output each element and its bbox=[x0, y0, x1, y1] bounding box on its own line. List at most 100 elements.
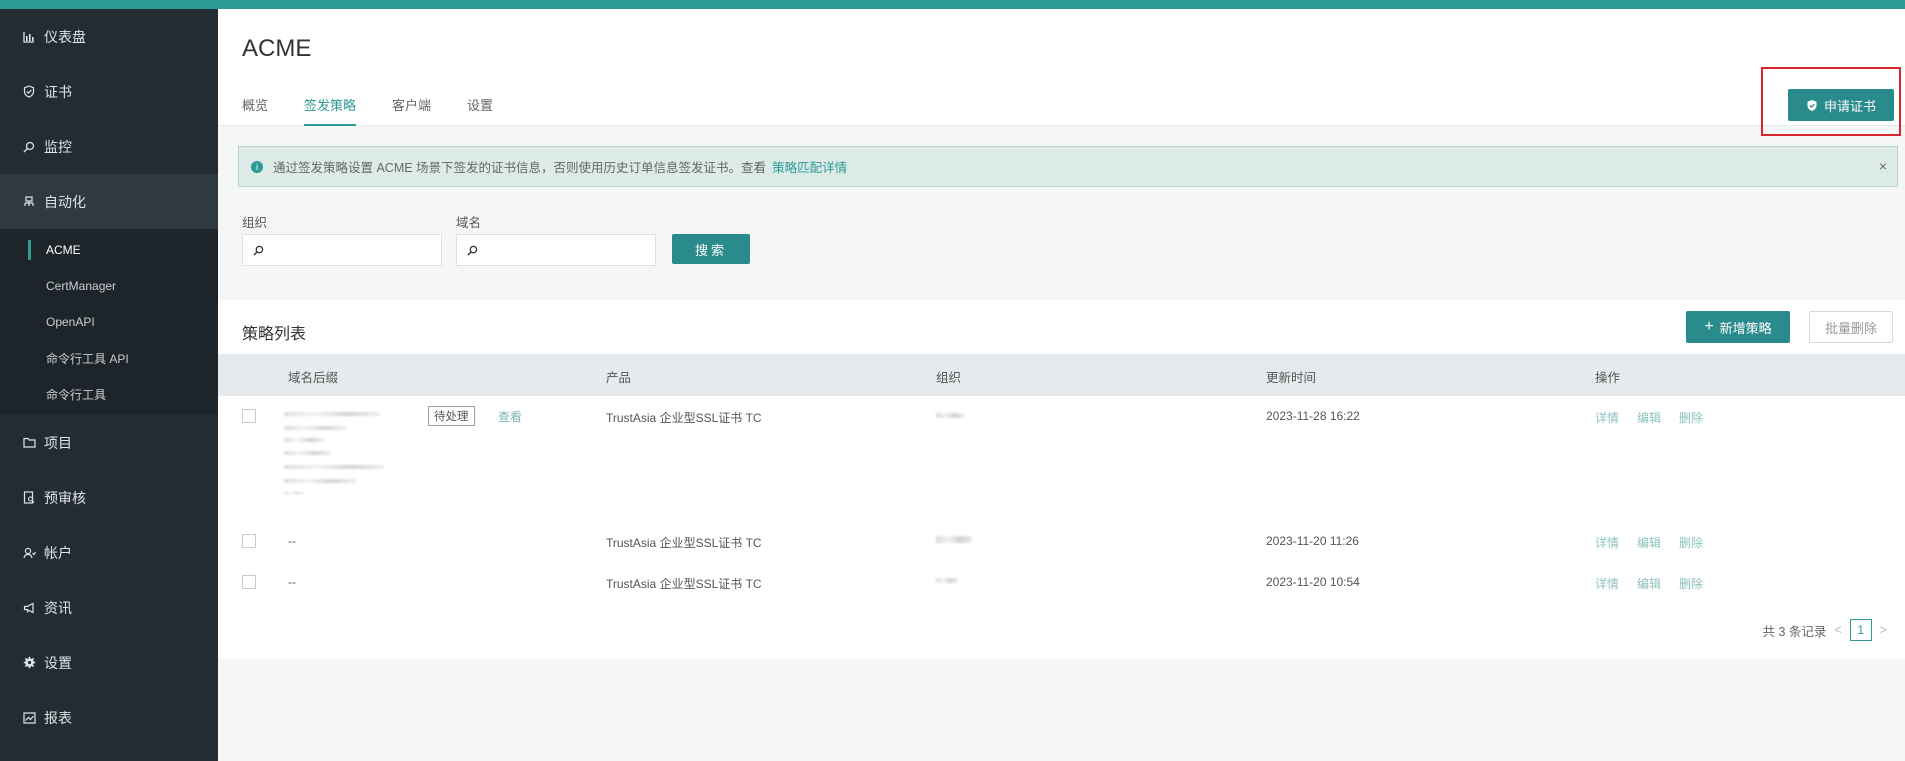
delete-link[interactable]: 删除 bbox=[1679, 575, 1703, 592]
delete-link[interactable]: 删除 bbox=[1679, 409, 1703, 426]
sidebar-subitem-certmanager[interactable]: CertManager bbox=[0, 268, 218, 304]
tab-overview[interactable]: 概览 bbox=[242, 95, 268, 126]
sidebar-item-label: 自动化 bbox=[44, 193, 86, 210]
domain-cell: -- bbox=[288, 534, 296, 548]
main-content: ACME 概览 签发策略 客户端 设置 申请证书 i 通过签发策略设置 ACME… bbox=[218, 9, 1905, 761]
plus-icon: + bbox=[1704, 318, 1714, 335]
search-button[interactable]: 搜索 bbox=[672, 234, 750, 264]
review-icon bbox=[22, 491, 36, 505]
total-records: 共 3 条记录 bbox=[1762, 624, 1827, 639]
sidebar-item-reports[interactable]: 报表 bbox=[0, 690, 218, 745]
view-domains-link[interactable]: 查看 bbox=[498, 408, 522, 425]
sidebar-item-projects[interactable]: 项目 bbox=[0, 415, 218, 470]
redacted-domain bbox=[284, 451, 330, 455]
delete-link[interactable]: 删除 bbox=[1679, 534, 1703, 551]
edit-link[interactable]: 编辑 bbox=[1637, 409, 1661, 426]
chevron-left-icon[interactable]: < bbox=[1834, 623, 1841, 637]
domain-cell: -- bbox=[288, 575, 296, 589]
sidebar-item-dashboard[interactable]: 仪表盘 bbox=[0, 9, 218, 64]
sidebar-item-account[interactable]: 帐户 bbox=[0, 525, 218, 580]
chevron-right-icon[interactable]: > bbox=[1880, 623, 1887, 637]
org-search-input[interactable] bbox=[270, 242, 430, 258]
shield-check-icon bbox=[22, 85, 36, 99]
domain-filter-label: 域名 bbox=[456, 216, 482, 230]
domain-search-field[interactable] bbox=[456, 234, 656, 266]
report-icon bbox=[22, 711, 36, 725]
gear-icon bbox=[22, 656, 36, 670]
folder-icon bbox=[22, 436, 36, 450]
policy-list-title: 策略列表 bbox=[242, 326, 307, 343]
column-header-updated: 更新时间 bbox=[1266, 371, 1317, 385]
sidebar-item-settings[interactable]: 设置 bbox=[0, 635, 218, 690]
domain-search-input[interactable] bbox=[484, 242, 644, 258]
sidebar-item-label: 项目 bbox=[44, 434, 72, 451]
redacted-domain bbox=[284, 465, 384, 469]
sidebar-submenu-automation: ACME CertManager OpenAPI 命令行工具 API 命令行工具 bbox=[0, 229, 218, 415]
row-checkbox[interactable] bbox=[242, 409, 256, 423]
alert-text: 通过签发策略设置 ACME 场景下签发的证书信息，否则使用历史订单信息签发证书。… bbox=[273, 161, 767, 175]
search-icon bbox=[467, 245, 478, 256]
column-header-domain-suffix: 域名后缀 bbox=[288, 371, 339, 385]
automation-icon bbox=[22, 195, 36, 209]
shield-icon bbox=[1806, 99, 1818, 112]
sidebar-item-automation[interactable]: 自动化 bbox=[0, 174, 218, 229]
sidebar-subitem-cli-api[interactable]: 命令行工具 API bbox=[0, 340, 218, 376]
sidebar-item-label: 帐户 bbox=[44, 544, 72, 561]
redacted-organization bbox=[936, 413, 964, 418]
sidebar-item-label: 证书 bbox=[44, 83, 72, 100]
org-filter-label: 组织 bbox=[242, 216, 268, 230]
chart-bar-icon bbox=[22, 30, 36, 44]
sidebar-item-monitor[interactable]: 监控 bbox=[0, 119, 218, 174]
updated-cell: 2023-11-20 10:54 bbox=[1266, 575, 1360, 589]
page-title: ACME bbox=[242, 35, 312, 62]
redacted-domain bbox=[284, 438, 324, 442]
apply-certificate-label: 申请证书 bbox=[1823, 98, 1876, 114]
redacted-domain bbox=[284, 492, 304, 494]
detail-link[interactable]: 详情 bbox=[1595, 409, 1619, 426]
sidebar-subitem-cli[interactable]: 命令行工具 bbox=[0, 376, 218, 412]
redacted-organization bbox=[936, 536, 972, 543]
redacted-organization bbox=[936, 578, 958, 583]
sidebar: 仪表盘 证书 监控 自动化 ACME CertManager OpenAPI 命… bbox=[0, 9, 218, 761]
detail-link[interactable]: 详情 bbox=[1595, 575, 1619, 592]
apply-certificate-button[interactable]: 申请证书 bbox=[1788, 89, 1894, 121]
account-icon bbox=[22, 546, 36, 560]
updated-cell: 2023-11-28 16:22 bbox=[1266, 409, 1360, 423]
policy-match-details-link[interactable]: 策略匹配详情 bbox=[772, 157, 847, 176]
sidebar-subitem-openapi[interactable]: OpenAPI bbox=[0, 304, 218, 340]
detail-link[interactable]: 详情 bbox=[1595, 534, 1619, 551]
page-header: ACME 概览 签发策略 客户端 设置 bbox=[218, 9, 1905, 126]
add-policy-label: 新增策略 bbox=[1719, 320, 1772, 336]
row-checkbox[interactable] bbox=[242, 575, 256, 589]
sidebar-item-label: 监控 bbox=[44, 138, 72, 155]
close-icon[interactable]: × bbox=[1879, 158, 1887, 174]
row-checkbox[interactable] bbox=[242, 534, 256, 548]
column-header-organization: 组织 bbox=[936, 371, 962, 385]
search-icon bbox=[22, 140, 36, 154]
tab-settings[interactable]: 设置 bbox=[467, 95, 493, 126]
tab-clients[interactable]: 客户端 bbox=[392, 95, 431, 126]
sidebar-item-news[interactable]: 资讯 bbox=[0, 580, 218, 635]
redacted-domain bbox=[284, 479, 356, 483]
column-header-actions: 操作 bbox=[1595, 371, 1621, 385]
edit-link[interactable]: 编辑 bbox=[1637, 575, 1661, 592]
sidebar-subitem-acme[interactable]: ACME bbox=[0, 232, 218, 268]
megaphone-icon bbox=[22, 601, 36, 615]
page-number-button[interactable]: 1 bbox=[1849, 619, 1872, 641]
sidebar-item-prereview[interactable]: 预审核 bbox=[0, 470, 218, 525]
product-cell: TrustAsia 企业型SSL证书 TC bbox=[606, 411, 762, 425]
policy-list-panel: 策略列表 + 新增策略 批量删除 域名后缀 产品 组织 更新时间 操作 待处理 … bbox=[218, 300, 1905, 659]
info-icon: i bbox=[251, 160, 263, 173]
add-policy-button[interactable]: + 新增策略 bbox=[1686, 311, 1790, 343]
sidebar-item-certificates[interactable]: 证书 bbox=[0, 64, 218, 119]
edit-link[interactable]: 编辑 bbox=[1637, 534, 1661, 551]
org-search-field[interactable] bbox=[242, 234, 442, 266]
tab-issuance-policy[interactable]: 签发策略 bbox=[304, 95, 357, 126]
column-header-product: 产品 bbox=[606, 371, 632, 385]
pagination: 共 3 条记录 < 1 > bbox=[1762, 619, 1895, 641]
info-alert: i 通过签发策略设置 ACME 场景下签发的证书信息，否则使用历史订单信息签发证… bbox=[238, 146, 1898, 187]
product-cell: TrustAsia 企业型SSL证书 TC bbox=[606, 536, 762, 550]
sidebar-item-label: 预审核 bbox=[44, 489, 86, 506]
status-badge: 待处理 bbox=[428, 406, 475, 426]
batch-delete-button[interactable]: 批量删除 bbox=[1809, 311, 1893, 343]
